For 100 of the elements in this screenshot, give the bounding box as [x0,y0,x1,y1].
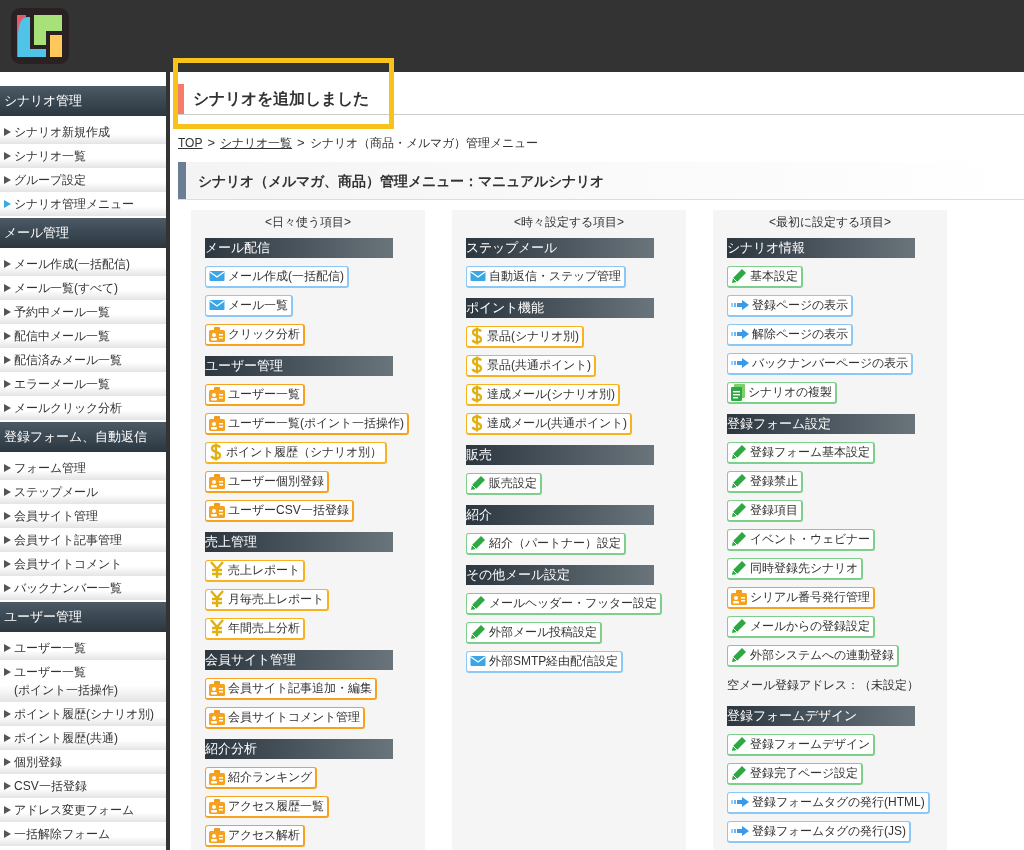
menu-button[interactable]: 同時登録先シナリオ [727,557,863,580]
menu-button[interactable]: 登録完了ページ設定 [727,762,863,785]
pencil-icon [470,624,486,640]
menu-button[interactable]: 月毎売上レポート [205,588,329,611]
menu-button[interactable]: バックナンバーページの表示 [727,352,913,375]
menu-button[interactable]: 登録フォーム基本設定 [727,441,875,464]
menu-button[interactable]: 登録フォームタグの発行(JS) [727,820,911,843]
menu-button[interactable]: 外部システムへの連動登録 [727,644,899,667]
menu-button[interactable]: 達成メール(シナリオ別) [466,383,620,406]
accent-bar [178,84,184,114]
pencil-icon [470,475,486,491]
envelope-icon [209,299,225,311]
id-card-icon [209,502,225,518]
dollar-icon [470,385,484,403]
menu-button[interactable]: 会員サイト記事追加・編集 [205,677,377,700]
menu-button[interactable]: ユーザーCSV一括登録 [205,499,354,522]
pencil-icon [731,765,747,781]
menu-button[interactable]: 解除ページの表示 [727,323,853,346]
id-card-icon [209,827,225,843]
menu-button[interactable]: ポイント履歴（シナリオ別） [205,441,387,464]
menu-button[interactable]: 年間売上分析 [205,617,305,640]
menu-button[interactable]: 外部SMTP経由配信設定 [466,650,624,673]
id-card-icon [209,386,225,402]
id-card-icon [731,589,747,605]
section-header-bar: ポイント機能 [466,297,654,318]
column-title: <日々使う項目> [264,213,352,231]
menu-button[interactable]: 紹介（パートナー）設定 [466,532,626,555]
menu-button[interactable]: シリアル番号発行管理 [727,586,875,609]
pencil-icon [731,502,747,518]
breadcrumb-separator: > [297,134,305,152]
notice-title: シナリオを追加しました [192,89,369,109]
breadcrumb-current: シナリオ（商品・メルマガ）管理メニュー [309,134,538,152]
menu-button[interactable]: 達成メール(共通ポイント) [466,412,632,435]
section-header-bar: ステップメール [466,237,654,258]
envelope-icon [470,270,486,282]
section-header-bar: 売上管理 [205,531,393,552]
pencil-icon [470,535,486,551]
sidebar-section-header: ユーザー管理 [0,602,166,632]
sidebar-section-header: シナリオ管理 [0,86,166,116]
section-header-bar: メール配信 [205,237,393,258]
menu-button[interactable]: 登録禁止 [727,470,803,493]
menu-button[interactable]: 自動返信・ステップ管理 [466,265,626,288]
menu-button[interactable]: 景品(シナリオ別) [466,325,584,348]
yen-icon [209,561,225,579]
email-address-label: 空メール登録アドレス：（未設定） [727,676,919,694]
id-card-icon [209,473,225,489]
menu-button[interactable]: メール作成(一括配信) [205,265,349,288]
id-card-icon [209,769,225,785]
menu-button[interactable]: メールヘッダー・フッター設定 [466,592,662,615]
section-header-bar: 紹介 [466,504,654,525]
section-header-bar: 紹介分析 [205,738,393,759]
pencil-icon [731,531,747,547]
section-header-bar: その他メール設定 [466,564,654,585]
id-card-icon [209,709,225,725]
pencil-icon [731,618,747,634]
menu-button[interactable]: シナリオの複製 [727,381,837,404]
menu-button[interactable]: アクセス解析 [205,824,305,847]
pencil-icon [731,647,747,663]
menu-button[interactable]: 会員サイトコメント管理 [205,706,365,729]
menu-button[interactable]: イベント・ウェビナー [727,528,875,551]
menu-button[interactable]: ユーザー一覧 [205,383,305,406]
accent-bar [178,161,186,199]
section-header-bar: 販売 [466,444,654,465]
pencil-icon [731,444,747,460]
logo-icon[interactable] [10,7,70,65]
id-card-icon [209,680,225,696]
menu-button[interactable]: ユーザー個別登録 [205,470,329,493]
arrow-icon [731,797,749,807]
breadcrumb-link[interactable]: シナリオ一覧 [220,133,293,152]
dollar-icon [470,356,484,374]
envelope-icon [209,270,225,282]
breadcrumb-separator: > [207,134,216,152]
pencil-icon [731,268,747,284]
arrow-icon [731,329,749,339]
menu-button[interactable]: 景品(共通ポイント) [466,354,596,377]
sidebar-section-header: メール管理 [0,218,166,248]
menu-button[interactable]: 販売設定 [466,472,542,495]
id-card-icon [209,326,225,342]
section-header-bar: ユーザー管理 [205,355,393,376]
menu-button[interactable]: アクセス履歴一覧 [205,795,329,818]
pencil-icon [731,736,747,752]
menu-button[interactable]: ユーザー一覧(ポイント一括操作) [205,412,409,435]
menu-button[interactable]: 登録項目 [727,499,803,522]
menu-button[interactable]: クリック分析 [205,323,305,346]
dollar-icon [470,327,484,345]
menu-button[interactable]: メールからの登録設定 [727,615,875,638]
menu-button[interactable]: 登録ページの表示 [727,294,853,317]
column-title: <最初に設定する項目> [768,213,892,231]
arrow-icon [731,826,749,836]
menu-button[interactable]: 売上レポート [205,559,305,582]
menu-button[interactable]: 基本設定 [727,265,803,288]
menu-button[interactable]: 紹介ランキング [205,766,317,789]
id-card-icon [209,415,225,431]
breadcrumb-link[interactable]: TOP [178,133,203,152]
sidebar-section-header: 登録フォーム、自動返信 [0,422,166,452]
menu-button[interactable]: 登録フォームデザイン [727,733,875,756]
menu-button[interactable]: メール一覧 [205,294,293,317]
pencil-icon [470,595,486,611]
menu-button[interactable]: 登録フォームタグの発行(HTML) [727,791,930,814]
menu-button[interactable]: 外部メール投稿設定 [466,621,602,644]
